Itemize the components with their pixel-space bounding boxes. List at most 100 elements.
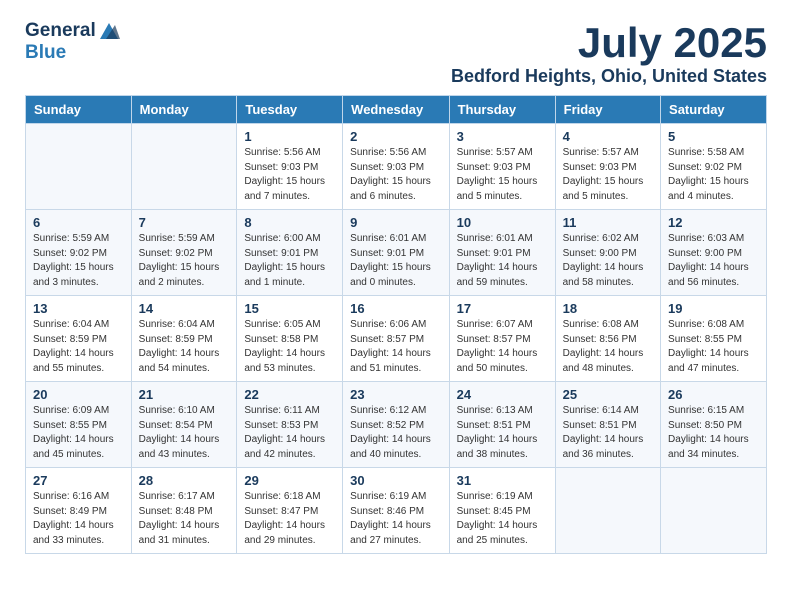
table-row: 30 Sunrise: 6:19 AM Sunset: 8:46 PM Dayli… — [343, 468, 449, 554]
calendar-week-row: 13 Sunrise: 6:04 AM Sunset: 8:59 PM Dayli… — [26, 296, 767, 382]
header-tuesday: Tuesday — [237, 96, 343, 124]
table-row: 18Sunrise: 6:08 AM Sunset: 8:56 PM Dayli… — [555, 296, 660, 382]
day-number: 31 — [457, 473, 548, 488]
table-row: 26Sunrise: 6:15 AM Sunset: 8:50 PM Dayli… — [661, 382, 767, 468]
day-number: 12 — [668, 215, 759, 230]
table-row: 23 Sunrise: 6:12 AM Sunset: 8:52 PM Dayli… — [343, 382, 449, 468]
day-info: Sunrise: 6:11 AM Sunset: 8:53 PM Dayligh… — [244, 404, 335, 462]
day-info: Sunrise: 6:01 AM Sunset: 9:01 PM Dayligh… — [350, 232, 441, 290]
calendar-week-row: 20Sunrise: 6:09 AM Sunset: 8:55 PM Dayli… — [26, 382, 767, 468]
day-number: 9 — [350, 215, 441, 230]
table-row: 22 Sunrise: 6:11 AM Sunset: 8:53 PM Dayli… — [237, 382, 343, 468]
day-info: Sunrise: 5:58 AM Sunset: 9:02 PM Dayligh… — [668, 146, 759, 204]
header-monday: Monday — [131, 96, 237, 124]
day-number: 21 — [139, 387, 230, 402]
table-row: 6 Sunrise: 5:59 AM Sunset: 9:02 PM Daylig… — [26, 210, 132, 296]
day-info: Sunrise: 6:17 AM Sunset: 8:48 PM Dayligh… — [139, 490, 230, 548]
day-info: Sunrise: 6:07 AM Sunset: 8:57 PM Dayligh… — [457, 318, 548, 376]
calendar-subtitle: Bedford Heights, Ohio, United States — [451, 66, 767, 87]
table-row: 27 Sunrise: 6:16 AM Sunset: 8:49 PM Dayli… — [26, 468, 132, 554]
logo-icon — [98, 21, 120, 41]
calendar-table: Sunday Monday Tuesday Wednesday Thursday… — [25, 95, 767, 554]
day-info: Sunrise: 6:14 AM Sunset: 8:51 PM Dayligh… — [563, 404, 653, 462]
day-info: Sunrise: 6:06 AM Sunset: 8:57 PM Dayligh… — [350, 318, 441, 376]
table-row — [26, 124, 132, 210]
table-row: 15 Sunrise: 6:05 AM Sunset: 8:58 PM Dayli… — [237, 296, 343, 382]
day-number: 6 — [33, 215, 124, 230]
header-saturday: Saturday — [661, 96, 767, 124]
day-info: Sunrise: 6:04 AM Sunset: 8:59 PM Dayligh… — [33, 318, 124, 376]
day-number: 25 — [563, 387, 653, 402]
day-number: 23 — [350, 387, 441, 402]
table-row — [131, 124, 237, 210]
day-number: 2 — [350, 129, 441, 144]
day-number: 27 — [33, 473, 124, 488]
day-number: 1 — [244, 129, 335, 144]
table-row: 12 Sunrise: 6:03 AM Sunset: 9:00 PM Dayli… — [661, 210, 767, 296]
day-number: 13 — [33, 301, 124, 316]
table-row: 31 Sunrise: 6:19 AM Sunset: 8:45 PM Dayli… — [449, 468, 555, 554]
table-row — [661, 468, 767, 554]
table-row: 4 Sunrise: 5:57 AM Sunset: 9:03 PM Daylig… — [555, 124, 660, 210]
page-header: General Blue July 2025 Bedford Heights, … — [25, 20, 767, 87]
day-info: Sunrise: 6:18 AM Sunset: 8:47 PM Dayligh… — [244, 490, 335, 548]
day-info: Sunrise: 6:05 AM Sunset: 8:58 PM Dayligh… — [244, 318, 335, 376]
table-row: 21 Sunrise: 6:10 AM Sunset: 8:54 PM Dayli… — [131, 382, 237, 468]
day-info: Sunrise: 6:02 AM Sunset: 9:00 PM Dayligh… — [563, 232, 653, 290]
day-info: Sunrise: 5:59 AM Sunset: 9:02 PM Dayligh… — [139, 232, 230, 290]
day-info: Sunrise: 6:12 AM Sunset: 8:52 PM Dayligh… — [350, 404, 441, 462]
day-number: 8 — [244, 215, 335, 230]
day-number: 28 — [139, 473, 230, 488]
header-wednesday: Wednesday — [343, 96, 449, 124]
table-row: 24Sunrise: 6:13 AM Sunset: 8:51 PM Dayli… — [449, 382, 555, 468]
table-row: 29 Sunrise: 6:18 AM Sunset: 8:47 PM Dayli… — [237, 468, 343, 554]
calendar-week-row: 27 Sunrise: 6:16 AM Sunset: 8:49 PM Dayli… — [26, 468, 767, 554]
day-info: Sunrise: 6:16 AM Sunset: 8:49 PM Dayligh… — [33, 490, 124, 548]
day-number: 15 — [244, 301, 335, 316]
weekday-header-row: Sunday Monday Tuesday Wednesday Thursday… — [26, 96, 767, 124]
day-number: 11 — [563, 215, 653, 230]
table-row: 19Sunrise: 6:08 AM Sunset: 8:55 PM Dayli… — [661, 296, 767, 382]
table-row: 11 Sunrise: 6:02 AM Sunset: 9:00 PM Dayli… — [555, 210, 660, 296]
day-info: Sunrise: 5:59 AM Sunset: 9:02 PM Dayligh… — [33, 232, 124, 290]
table-row: 8Sunrise: 6:00 AM Sunset: 9:01 PM Daylig… — [237, 210, 343, 296]
logo-text-general: General — [25, 20, 96, 42]
day-info: Sunrise: 5:56 AM Sunset: 9:03 PM Dayligh… — [350, 146, 441, 204]
day-info: Sunrise: 6:09 AM Sunset: 8:55 PM Dayligh… — [33, 404, 124, 462]
table-row: 14Sunrise: 6:04 AM Sunset: 8:59 PM Dayli… — [131, 296, 237, 382]
header-thursday: Thursday — [449, 96, 555, 124]
day-number: 22 — [244, 387, 335, 402]
day-info: Sunrise: 6:19 AM Sunset: 8:45 PM Dayligh… — [457, 490, 548, 548]
day-number: 17 — [457, 301, 548, 316]
day-number: 4 — [563, 129, 653, 144]
calendar-title: July 2025 — [451, 20, 767, 66]
table-row: 2 Sunrise: 5:56 AM Sunset: 9:03 PM Daylig… — [343, 124, 449, 210]
table-row: 17 Sunrise: 6:07 AM Sunset: 8:57 PM Dayli… — [449, 296, 555, 382]
day-info: Sunrise: 5:57 AM Sunset: 9:03 PM Dayligh… — [563, 146, 653, 204]
day-number: 14 — [139, 301, 230, 316]
day-info: Sunrise: 6:10 AM Sunset: 8:54 PM Dayligh… — [139, 404, 230, 462]
day-number: 19 — [668, 301, 759, 316]
day-info: Sunrise: 6:03 AM Sunset: 9:00 PM Dayligh… — [668, 232, 759, 290]
day-info: Sunrise: 6:19 AM Sunset: 8:46 PM Dayligh… — [350, 490, 441, 548]
day-info: Sunrise: 6:08 AM Sunset: 8:56 PM Dayligh… — [563, 318, 653, 376]
table-row: 13 Sunrise: 6:04 AM Sunset: 8:59 PM Dayli… — [26, 296, 132, 382]
table-row: 1Sunrise: 5:56 AM Sunset: 9:03 PM Daylig… — [237, 124, 343, 210]
header-friday: Friday — [555, 96, 660, 124]
day-number: 30 — [350, 473, 441, 488]
table-row: 10Sunrise: 6:01 AM Sunset: 9:01 PM Dayli… — [449, 210, 555, 296]
table-row: 28 Sunrise: 6:17 AM Sunset: 8:48 PM Dayli… — [131, 468, 237, 554]
day-number: 5 — [668, 129, 759, 144]
table-row: 9 Sunrise: 6:01 AM Sunset: 9:01 PM Daylig… — [343, 210, 449, 296]
day-number: 29 — [244, 473, 335, 488]
table-row: 5 Sunrise: 5:58 AM Sunset: 9:02 PM Daylig… — [661, 124, 767, 210]
day-number: 24 — [457, 387, 548, 402]
day-info: Sunrise: 5:57 AM Sunset: 9:03 PM Dayligh… — [457, 146, 548, 204]
day-number: 16 — [350, 301, 441, 316]
title-block: July 2025 Bedford Heights, Ohio, United … — [451, 20, 767, 87]
day-info: Sunrise: 6:01 AM Sunset: 9:01 PM Dayligh… — [457, 232, 548, 290]
table-row: 25 Sunrise: 6:14 AM Sunset: 8:51 PM Dayli… — [555, 382, 660, 468]
logo-text-blue: Blue — [25, 42, 66, 63]
table-row — [555, 468, 660, 554]
header-sunday: Sunday — [26, 96, 132, 124]
